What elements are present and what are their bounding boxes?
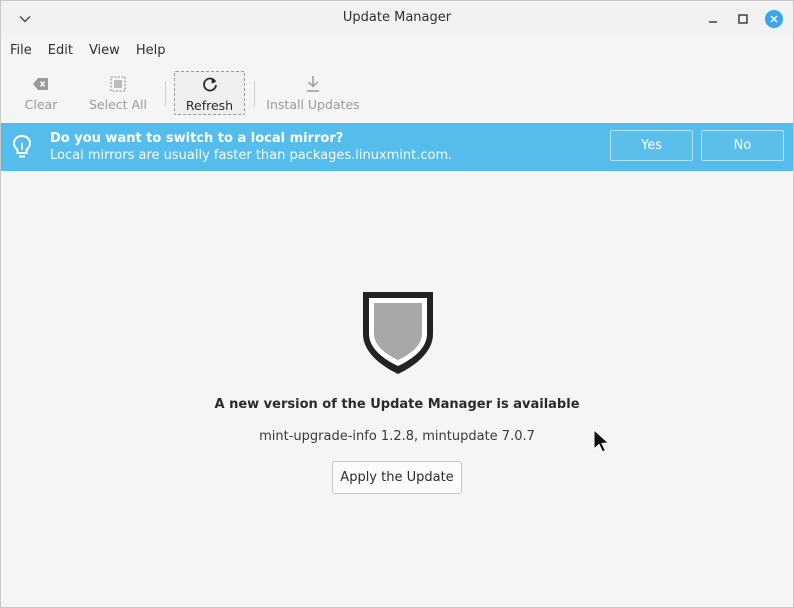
close-icon — [770, 15, 778, 23]
select-all-button[interactable]: Select All — [87, 71, 149, 115]
clear-label: Clear — [24, 97, 58, 112]
clear-icon — [33, 78, 48, 90]
title-bar: Update Manager — [1, 1, 793, 37]
menu-help[interactable]: Help — [128, 39, 174, 63]
lightbulb-icon — [11, 134, 33, 164]
maximize-button[interactable] — [733, 9, 753, 29]
toolbar: Clear Select All Refresh Install Updates — [1, 67, 793, 119]
select-all-label: Select All — [88, 97, 148, 112]
maximize-icon — [738, 14, 748, 24]
update-manager-window: Update Manager File Edit View Help Clear… — [0, 0, 794, 608]
shield-icon — [361, 290, 435, 380]
refresh-button[interactable]: Refresh — [174, 71, 245, 115]
mouse-cursor-icon — [593, 428, 611, 457]
minimize-icon — [709, 21, 717, 23]
apply-update-button[interactable]: Apply the Update — [332, 461, 462, 494]
toolbar-separator — [165, 81, 166, 107]
infobar-title: Do you want to switch to a local mirror? — [50, 131, 344, 146]
toolbar-separator — [254, 81, 255, 107]
select-all-icon — [110, 76, 126, 92]
menu-file[interactable]: File — [1, 39, 40, 63]
menu-view[interactable]: View — [81, 39, 128, 63]
refresh-icon — [202, 77, 217, 92]
yes-button[interactable]: Yes — [610, 130, 693, 161]
clear-button[interactable]: Clear — [18, 71, 64, 115]
install-updates-label: Install Updates — [266, 97, 360, 112]
window-title: Update Manager — [342, 10, 452, 25]
no-button[interactable]: No — [701, 130, 784, 161]
menu-edit[interactable]: Edit — [40, 39, 81, 63]
update-versions: mint-upgrade-info 1.2.8, mintupdate 7.0.… — [259, 429, 535, 444]
close-button[interactable] — [764, 9, 784, 29]
refresh-label: Refresh — [185, 98, 234, 113]
update-headline: A new version of the Update Manager is a… — [214, 397, 580, 412]
infobar-subtitle: Local mirrors are usually faster than pa… — [50, 148, 453, 163]
minimize-button[interactable] — [703, 9, 723, 29]
menu-bar: File Edit View Help — [1, 39, 793, 63]
mirror-infobar: Do you want to switch to a local mirror?… — [1, 123, 793, 171]
close-circle — [765, 10, 783, 28]
install-updates-button[interactable]: Install Updates — [265, 71, 361, 115]
download-icon — [307, 76, 319, 92]
